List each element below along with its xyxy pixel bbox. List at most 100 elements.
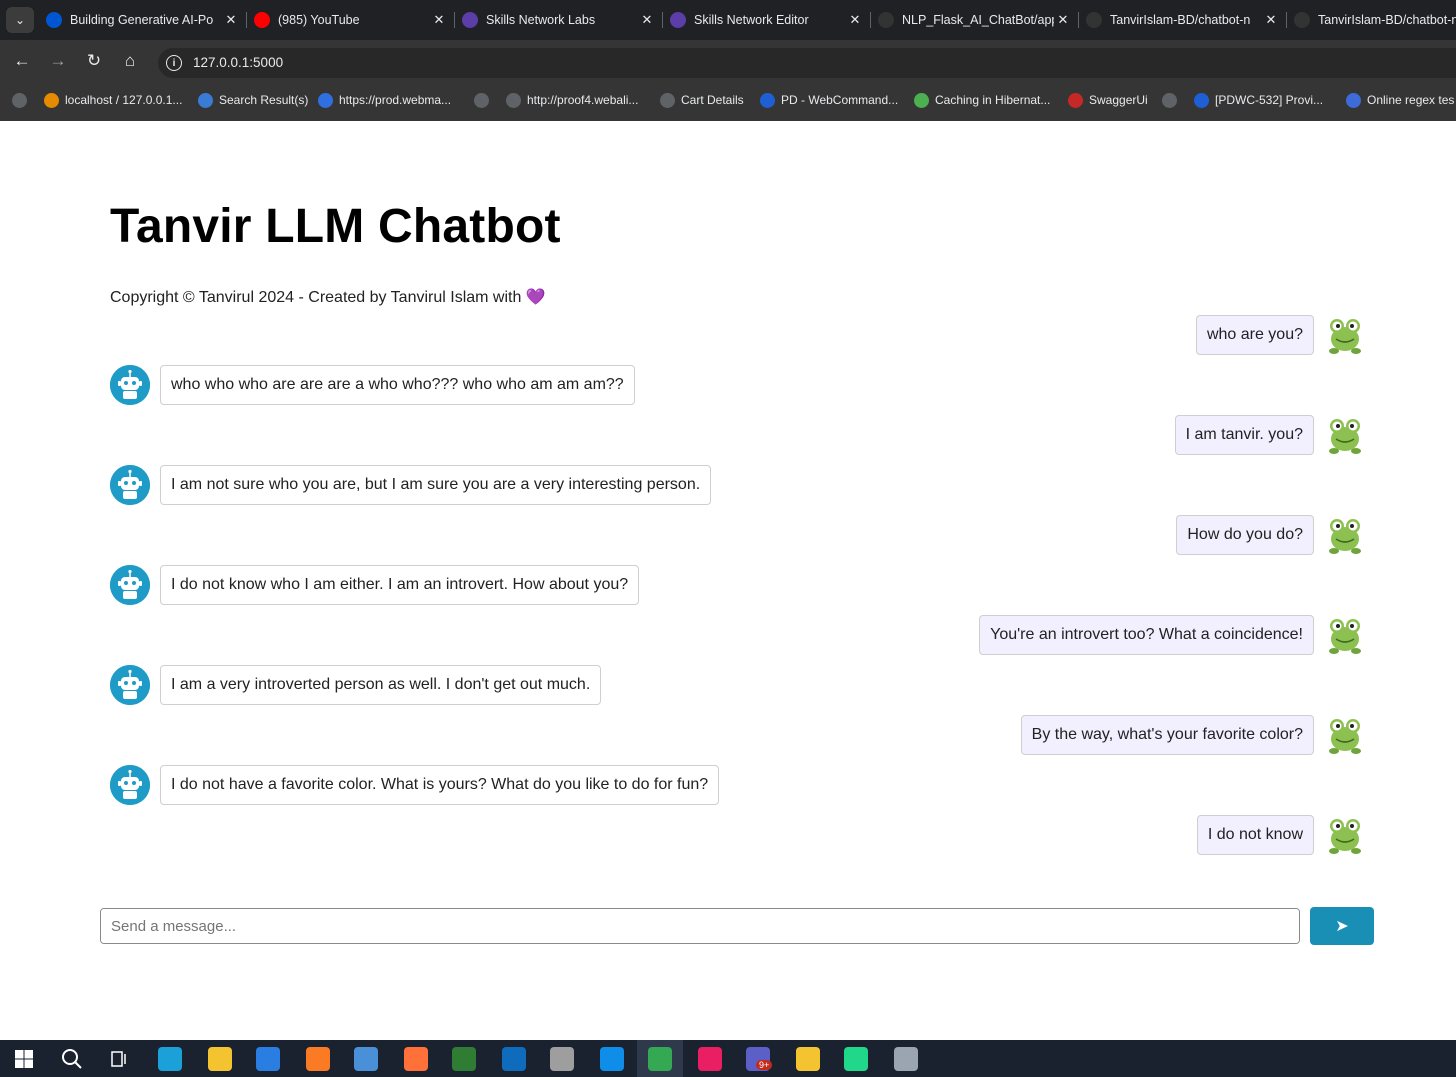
bookmark-label: localhost / 127.0.0.1... xyxy=(65,93,183,107)
close-tab-icon[interactable]: ✕ xyxy=(222,12,240,28)
tab-separator xyxy=(662,12,663,28)
browser-tab[interactable]: NLP_Flask_AI_ChatBot/app ✕ xyxy=(878,0,1072,40)
bookmark-label: https://prod.webma... xyxy=(339,93,452,107)
bookmark-item[interactable] xyxy=(474,82,495,118)
outlook-icon[interactable] xyxy=(502,1047,526,1071)
app-icon[interactable] xyxy=(550,1047,574,1071)
remote-desktop-icon[interactable] xyxy=(354,1047,378,1071)
user-message: By the way, what's your favorite color? xyxy=(1020,715,1364,755)
close-tab-icon[interactable]: ✕ xyxy=(638,12,656,28)
robot-avatar-icon xyxy=(110,665,150,705)
bookmark-item[interactable]: Online regex tes xyxy=(1346,82,1454,118)
tab-separator xyxy=(870,12,871,28)
skills-network-icon xyxy=(670,12,686,28)
jira-icon xyxy=(760,92,775,108)
bookmark-label: Caching in Hibernat... xyxy=(935,93,1051,107)
task-view-icon[interactable] xyxy=(108,1047,132,1071)
copyright-text: Copyright © Tanvirul 2024 - Created by T… xyxy=(110,287,546,307)
chrome-icon[interactable] xyxy=(648,1047,672,1071)
tab-separator xyxy=(246,12,247,28)
frog-avatar-icon xyxy=(1326,415,1364,455)
bot-message: I am a very introverted person as well. … xyxy=(110,665,602,705)
skills-network-icon xyxy=(462,12,478,28)
bookmark-item[interactable] xyxy=(12,82,33,118)
file-explorer-icon[interactable] xyxy=(208,1047,232,1071)
reload-icon[interactable]: ↻ xyxy=(82,49,106,73)
bookmark-item[interactable]: Search Result(s) xyxy=(198,82,308,118)
page-title: Tanvir LLM Chatbot xyxy=(110,200,561,253)
bookmark-item[interactable]: PD - WebCommand... xyxy=(760,82,898,118)
bookmark-item[interactable]: localhost / 127.0.0.1... xyxy=(44,82,182,118)
heart-icon: 💜 xyxy=(525,289,546,306)
intellij-icon[interactable] xyxy=(698,1047,722,1071)
browser-tab[interactable]: (985) YouTube ✕ xyxy=(254,0,448,40)
bookmark-item[interactable]: https://prod.webma... xyxy=(318,82,451,118)
message-text: I am a very introverted person as well. … xyxy=(160,665,602,705)
regex-icon xyxy=(1346,92,1361,108)
jira-icon xyxy=(1194,92,1209,108)
browser-tab[interactable]: TanvirIslam-BD/chatbot-n ✕ xyxy=(1086,0,1280,40)
heidisql-icon[interactable] xyxy=(452,1047,476,1071)
search-icon[interactable] xyxy=(60,1047,84,1071)
globe-icon xyxy=(12,92,27,108)
send-button[interactable]: ➤ xyxy=(1310,907,1374,945)
firefox-icon[interactable] xyxy=(404,1047,428,1071)
chatbot-page: Tanvir LLM Chatbot Copyright © Tanvirul … xyxy=(0,121,1456,1040)
back-arrow-icon[interactable]: ← xyxy=(10,49,34,73)
bot-message: I do not have a favorite color. What is … xyxy=(110,765,720,805)
message-text: who are you? xyxy=(1195,315,1314,355)
close-tab-icon[interactable]: ✕ xyxy=(430,12,448,28)
edge-icon[interactable] xyxy=(158,1047,182,1071)
user-message: I am tanvir. you? xyxy=(1174,415,1364,455)
message-text: I am tanvir. you? xyxy=(1174,415,1314,455)
message-text: I do not have a favorite color. What is … xyxy=(160,765,720,805)
teamviewer-icon[interactable] xyxy=(600,1047,624,1071)
tab-title: Building Generative AI-Po xyxy=(70,13,214,27)
user-message: I do not know xyxy=(1196,815,1364,855)
user-message: You're an introvert too? What a coincide… xyxy=(979,615,1364,655)
close-tab-icon[interactable]: ✕ xyxy=(1054,12,1072,28)
bookmark-item[interactable] xyxy=(1162,82,1183,118)
github-icon xyxy=(878,12,894,28)
bookmark-label: http://proof4.webali... xyxy=(527,93,639,107)
bookmark-item[interactable]: Cart Details xyxy=(660,82,744,118)
site-info-icon[interactable]: i xyxy=(166,55,182,71)
windows-start-icon[interactable] xyxy=(12,1047,36,1071)
tab-search-chevron-icon[interactable]: ⌄ xyxy=(6,7,34,33)
bot-message: I am not sure who you are, but I am sure… xyxy=(110,465,712,505)
url-text[interactable]: 127.0.0.1:5000 xyxy=(193,55,283,70)
close-tab-icon[interactable]: ✕ xyxy=(1262,12,1280,28)
browser-tab[interactable]: Skills Network Editor ✕ xyxy=(670,0,864,40)
address-bar[interactable] xyxy=(158,48,1456,78)
bookmark-item[interactable]: http://proof4.webali... xyxy=(506,82,638,118)
robot-avatar-icon xyxy=(110,365,150,405)
monitor-icon[interactable] xyxy=(894,1047,918,1071)
leaf-icon xyxy=(914,92,929,108)
browser-tab[interactable]: TanvirIslam-BD/chatbot-n xyxy=(1294,0,1456,40)
globe-icon xyxy=(660,92,675,108)
bookmark-item[interactable]: Caching in Hibernat... xyxy=(914,82,1050,118)
bookmark-item[interactable]: SwaggerUi xyxy=(1068,82,1148,118)
tab-title: NLP_Flask_AI_ChatBot/app xyxy=(902,13,1054,27)
browser-tab[interactable]: Building Generative AI-Po ✕ xyxy=(46,0,240,40)
pycharm-icon[interactable] xyxy=(844,1047,868,1071)
browser-tab[interactable]: Skills Network Labs ✕ xyxy=(462,0,656,40)
frog-avatar-icon xyxy=(1326,515,1364,555)
notification-badge: 9+ xyxy=(756,1060,773,1070)
bot-message: who who who are are are a who who??? who… xyxy=(110,365,635,405)
microsoft-store-icon[interactable] xyxy=(256,1047,280,1071)
globe-icon xyxy=(1162,92,1177,108)
git-icon[interactable] xyxy=(796,1047,820,1071)
coursera-icon xyxy=(46,12,62,28)
message-input[interactable] xyxy=(100,908,1300,944)
bot-message: I do not know who I am either. I am an i… xyxy=(110,565,640,605)
xampp-icon[interactable] xyxy=(306,1047,330,1071)
bookmark-item[interactable]: [PDWC-532] Provi... xyxy=(1194,82,1323,118)
bookmarks-bar: localhost / 127.0.0.1... Search Result(s)… xyxy=(0,82,1456,121)
close-tab-icon[interactable]: ✕ xyxy=(846,12,864,28)
forward-arrow-icon[interactable]: → xyxy=(46,49,70,73)
message-text: who who who are are are a who who??? who… xyxy=(160,365,635,405)
user-message: How do you do? xyxy=(1176,515,1364,555)
frog-avatar-icon xyxy=(1326,815,1364,855)
home-icon[interactable]: ⌂ xyxy=(118,49,142,73)
